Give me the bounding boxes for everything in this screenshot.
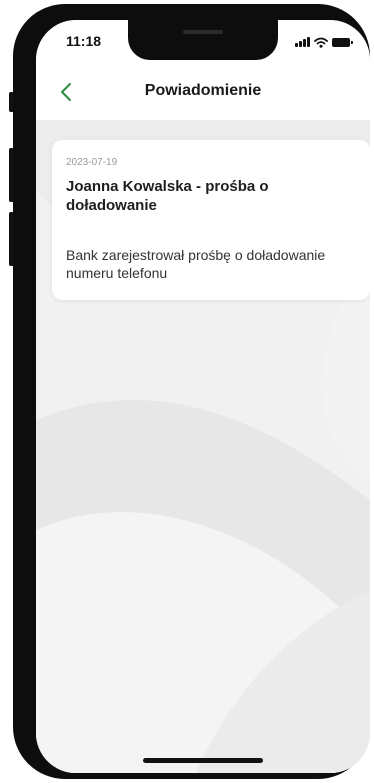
status-bar: 11:18: [36, 20, 370, 66]
home-indicator[interactable]: [143, 758, 263, 763]
notch: [128, 20, 278, 60]
signal-icon: [295, 37, 310, 47]
device-frame: 11:18 Powiadomienie 2023-07-19 Joanna Ko…: [0, 0, 374, 783]
battery-icon: [332, 37, 353, 47]
notification-card[interactable]: 2023-07-19 Joanna Kowalska - prośba o do…: [52, 140, 370, 300]
app-header: Powiadomienie: [36, 66, 370, 120]
status-icons: [295, 36, 353, 48]
notification-title: Joanna Kowalska - prośba o doładowanie: [66, 178, 269, 214]
wifi-icon: [314, 37, 328, 48]
page-title: Powiadomienie: [144, 82, 262, 99]
notification-content: 2023-07-19 Joanna Kowalska - prośba o do…: [36, 120, 370, 773]
notification-body: Bank zarejestrował prośbę o doładowanie …: [66, 247, 326, 281]
phone-body: 11:18 Powiadomienie 2023-07-19 Joanna Ko…: [13, 4, 370, 779]
phone-screen: 11:18 Powiadomienie 2023-07-19 Joanna Ko…: [36, 20, 370, 773]
notification-date: 2023-07-19: [66, 157, 118, 168]
status-time: 11:18: [66, 33, 102, 49]
